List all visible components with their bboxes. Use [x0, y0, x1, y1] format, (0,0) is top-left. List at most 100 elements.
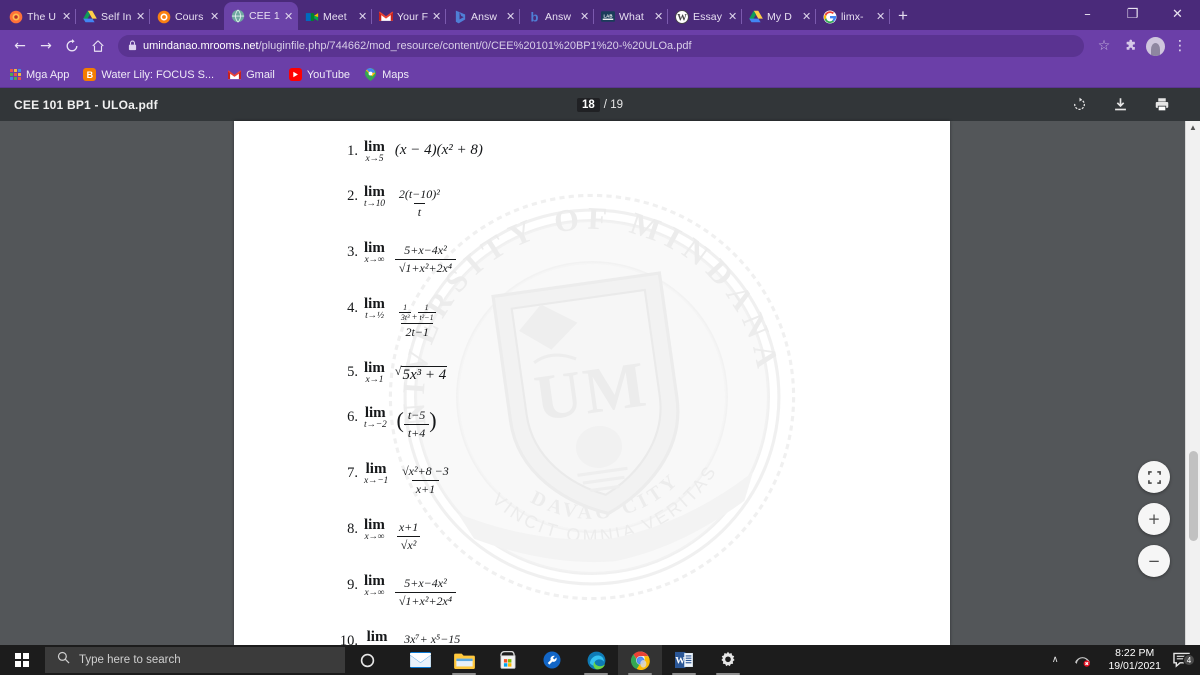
problem-item: 6. lim t→−2(t−5 t+4) — [338, 405, 950, 441]
browser-tab[interactable]: Cours ✕ — [150, 3, 224, 30]
pdf-page-area: UNIVERSITY OF MINDANAO VINCIT OMNIA VERI… — [0, 121, 1200, 645]
cortana-icon[interactable] — [345, 645, 389, 675]
notification-center-icon[interactable]: 4 — [1171, 652, 1200, 668]
bookmark-gmail[interactable]: Gmail — [228, 68, 275, 81]
mail-icon[interactable] — [398, 645, 442, 675]
fit-page-button[interactable] — [1138, 461, 1170, 493]
close-tab-button[interactable]: ✕ — [432, 11, 442, 22]
back-icon[interactable]: ← — [8, 34, 32, 58]
url-text: umindanao.mrooms.net/pluginfile.php/7446… — [143, 40, 692, 52]
avatar[interactable] — [1146, 36, 1165, 56]
svg-text:W: W — [677, 12, 687, 23]
clock[interactable]: 8:22 PM 19/01/2021 — [1098, 647, 1171, 673]
home-icon[interactable] — [86, 34, 110, 58]
browser-tab[interactable]: The U ✕ — [2, 3, 76, 30]
svg-text:W: W — [675, 656, 685, 667]
google-meet-icon — [305, 10, 319, 24]
search-input[interactable]: Type here to search — [45, 647, 345, 673]
minimize-button[interactable]: – — [1065, 0, 1110, 30]
scrollbar[interactable]: ▲ — [1185, 121, 1200, 645]
problem-number: 7. — [347, 465, 358, 481]
google-chrome-icon[interactable] — [618, 645, 662, 675]
close-tab-button[interactable]: ✕ — [580, 11, 590, 22]
browser-tab[interactable]: My D ✕ — [742, 3, 816, 30]
network-error-icon[interactable] — [1067, 654, 1098, 667]
close-tab-button[interactable]: ✕ — [802, 11, 812, 22]
tool-icon[interactable] — [530, 645, 574, 675]
denominator: √1+x²+2x⁴ — [394, 259, 457, 276]
reload-icon[interactable] — [60, 34, 84, 58]
denominator: √1+x²+2x⁴ — [394, 592, 457, 609]
close-tab-button[interactable]: ✕ — [284, 11, 294, 22]
close-tab-button[interactable]: ✕ — [728, 11, 738, 22]
browser-tab[interactable]: CEE 1 ✕ — [224, 2, 298, 30]
tab-title: Answ — [471, 10, 498, 23]
bookmark-maps[interactable]: Maps — [364, 68, 409, 81]
zoom-in-button[interactable]: + — [1138, 503, 1170, 535]
close-tab-button[interactable]: ✕ — [136, 11, 146, 22]
numerator: 5+x−4x² — [404, 576, 447, 590]
close-tab-button[interactable]: ✕ — [876, 11, 886, 22]
close-window-button[interactable]: ✕ — [1155, 0, 1200, 30]
browser-tab[interactable]: LAB What ✕ — [594, 3, 668, 30]
microsoft-edge-icon[interactable] — [574, 645, 618, 675]
expression: 5+x−4x² √1+x²+2x⁴ — [394, 240, 457, 276]
notification-badge: 4 — [1183, 654, 1195, 666]
expression: 1 3t³ +1 t²−1 2t−1 — [395, 296, 440, 340]
youtube-icon — [288, 68, 302, 81]
close-tab-button[interactable]: ✕ — [654, 11, 664, 22]
microsoft-word-icon[interactable]: W — [662, 645, 706, 675]
limit-operator: limx→−∞ — [364, 629, 400, 645]
fraction: 1 3t³ +1 t²−1 2t−1 — [395, 299, 440, 340]
url-domain: umindanao.mrooms.net — [143, 40, 259, 52]
bookmark-mga-app[interactable]: Mga App — [10, 69, 69, 81]
close-tab-button[interactable]: ✕ — [506, 11, 516, 22]
firefox-icon — [9, 10, 23, 24]
settings-gear-icon[interactable] — [706, 645, 750, 675]
close-tab-button[interactable]: ✕ — [62, 11, 72, 22]
bookmarks-bar: Mga App B Water Lily: FOCUS S... Gmail Y… — [0, 62, 1200, 88]
blogger-icon: B — [83, 68, 97, 81]
numerator: t−5 — [407, 408, 426, 422]
denominator: 3t³ — [398, 312, 412, 322]
limit-operator: lim x→5 — [364, 139, 395, 164]
bookmark-label: Maps — [382, 68, 409, 81]
limit-operator: lim x→−1 — [364, 461, 398, 486]
total-pages: 19 — [610, 98, 623, 111]
close-tab-button[interactable]: ✕ — [210, 11, 220, 22]
address-bar[interactable]: umindanao.mrooms.net/pluginfile.php/7446… — [118, 35, 1084, 57]
browser-tab[interactable]: limx- ✕ — [816, 3, 890, 30]
file-explorer-icon[interactable] — [442, 645, 486, 675]
new-tab-button[interactable]: + — [898, 6, 908, 26]
bookmark-youtube[interactable]: YouTube — [288, 68, 350, 81]
maximize-button[interactable]: ❐ — [1110, 0, 1155, 30]
scrollbar-thumb[interactable] — [1189, 451, 1198, 541]
download-icon[interactable] — [1113, 97, 1128, 112]
browser-tab[interactable]: Self In ✕ — [76, 3, 150, 30]
browser-tab[interactable]: W Essay ✕ — [668, 3, 742, 30]
bookmark-water-lily[interactable]: B Water Lily: FOCUS S... — [83, 68, 214, 81]
microsoft-store-icon[interactable] — [486, 645, 530, 675]
browser-tab[interactable]: Your F ✕ — [372, 3, 446, 30]
expression: (t−5 t+4) — [396, 407, 437, 440]
scroll-up-arrow[interactable]: ▲ — [1186, 121, 1200, 135]
puzzle-icon[interactable] — [1119, 34, 1143, 58]
chrome-menu-icon[interactable]: ⋮ — [1168, 34, 1192, 58]
browser-tab[interactable]: b Answ ✕ — [520, 3, 594, 30]
show-hidden-icons-icon[interactable]: ∧ — [1043, 655, 1068, 665]
zoom-out-button[interactable]: − — [1138, 545, 1170, 577]
bookmark-star-icon[interactable]: ☆ — [1092, 34, 1116, 58]
problem-number: 2. — [347, 188, 358, 204]
lim-label: lim — [366, 629, 388, 645]
denominator: √x² — [396, 536, 421, 553]
problem-item: 2. lim t→10 2(t−10)² t — [338, 184, 950, 220]
close-tab-button[interactable]: ✕ — [358, 11, 368, 22]
browser-tab[interactable]: Answ ✕ — [446, 3, 520, 30]
current-page-input[interactable]: 18 — [577, 97, 600, 112]
forward-icon[interactable]: → — [34, 34, 58, 58]
expression: 5+x−4x² √1+x²+2x⁴ — [394, 573, 457, 609]
rotate-icon[interactable] — [1072, 97, 1087, 112]
start-button[interactable] — [0, 645, 44, 675]
browser-tab[interactable]: Meet ✕ — [298, 3, 372, 30]
print-icon[interactable] — [1154, 97, 1170, 112]
